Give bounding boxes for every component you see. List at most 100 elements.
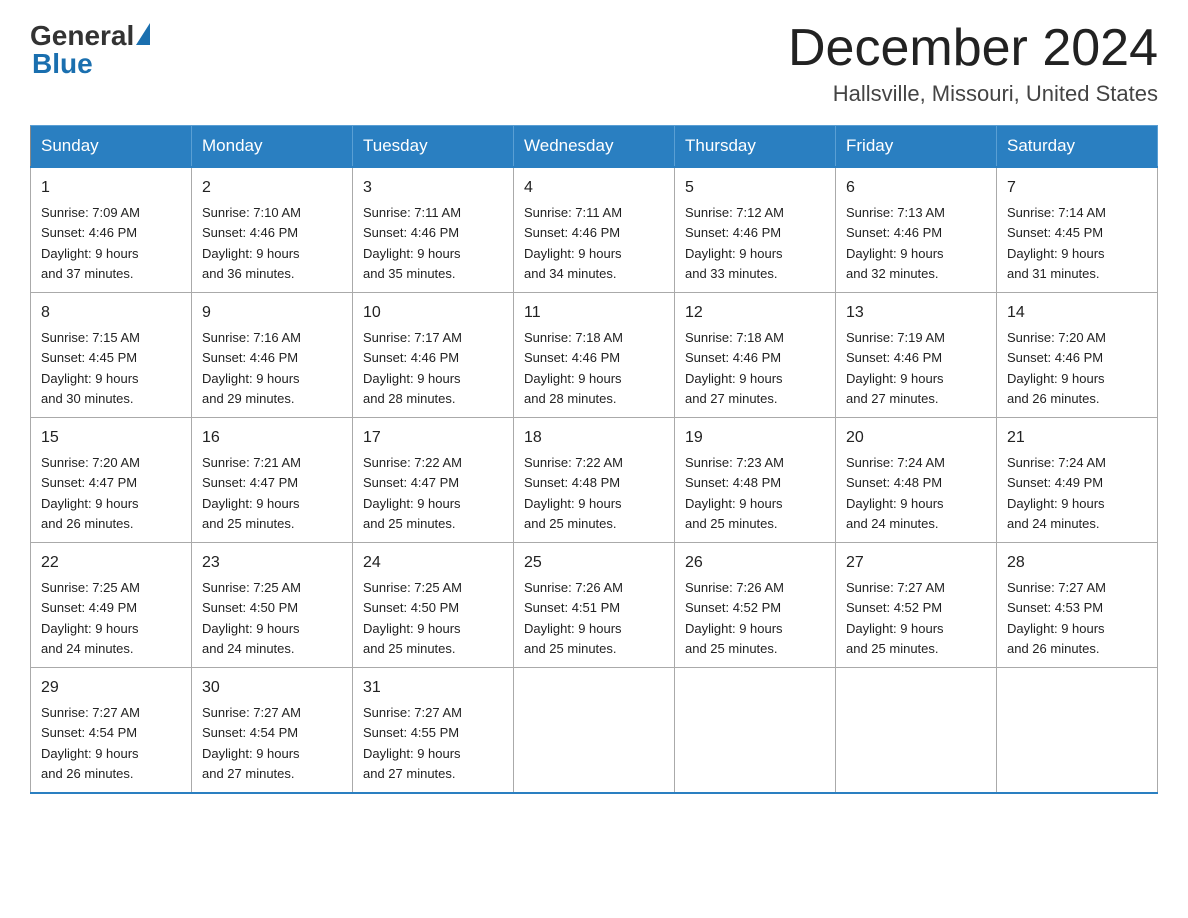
calendar-cell: 4 Sunrise: 7:11 AMSunset: 4:46 PMDayligh… [514, 167, 675, 293]
calendar-cell: 7 Sunrise: 7:14 AMSunset: 4:45 PMDayligh… [997, 167, 1158, 293]
day-info: Sunrise: 7:20 AMSunset: 4:47 PMDaylight:… [41, 455, 140, 531]
day-number: 1 [41, 176, 181, 200]
day-number: 2 [202, 176, 342, 200]
logo: General Blue [30, 20, 150, 80]
day-info: Sunrise: 7:26 AMSunset: 4:51 PMDaylight:… [524, 580, 623, 656]
logo-blue-text: Blue [32, 48, 93, 80]
day-number: 10 [363, 301, 503, 325]
day-info: Sunrise: 7:26 AMSunset: 4:52 PMDaylight:… [685, 580, 784, 656]
day-info: Sunrise: 7:24 AMSunset: 4:49 PMDaylight:… [1007, 455, 1106, 531]
day-info: Sunrise: 7:19 AMSunset: 4:46 PMDaylight:… [846, 330, 945, 406]
weekday-header-monday: Monday [192, 126, 353, 168]
page-title: December 2024 [788, 20, 1158, 77]
calendar-cell: 31 Sunrise: 7:27 AMSunset: 4:55 PMDaylig… [353, 668, 514, 794]
day-info: Sunrise: 7:17 AMSunset: 4:46 PMDaylight:… [363, 330, 462, 406]
calendar-cell [997, 668, 1158, 794]
day-info: Sunrise: 7:27 AMSunset: 4:55 PMDaylight:… [363, 705, 462, 781]
day-number: 9 [202, 301, 342, 325]
calendar-cell: 18 Sunrise: 7:22 AMSunset: 4:48 PMDaylig… [514, 418, 675, 543]
day-info: Sunrise: 7:25 AMSunset: 4:49 PMDaylight:… [41, 580, 140, 656]
day-number: 26 [685, 551, 825, 575]
day-info: Sunrise: 7:20 AMSunset: 4:46 PMDaylight:… [1007, 330, 1106, 406]
day-info: Sunrise: 7:09 AMSunset: 4:46 PMDaylight:… [41, 205, 140, 281]
calendar-cell: 3 Sunrise: 7:11 AMSunset: 4:46 PMDayligh… [353, 167, 514, 293]
calendar-cell: 1 Sunrise: 7:09 AMSunset: 4:46 PMDayligh… [31, 167, 192, 293]
calendar-cell: 29 Sunrise: 7:27 AMSunset: 4:54 PMDaylig… [31, 668, 192, 794]
calendar-cell: 10 Sunrise: 7:17 AMSunset: 4:46 PMDaylig… [353, 293, 514, 418]
day-info: Sunrise: 7:25 AMSunset: 4:50 PMDaylight:… [202, 580, 301, 656]
day-info: Sunrise: 7:10 AMSunset: 4:46 PMDaylight:… [202, 205, 301, 281]
calendar-cell: 5 Sunrise: 7:12 AMSunset: 4:46 PMDayligh… [675, 167, 836, 293]
calendar-week-row: 22 Sunrise: 7:25 AMSunset: 4:49 PMDaylig… [31, 543, 1158, 668]
header: General Blue December 2024 Hallsville, M… [30, 20, 1158, 107]
calendar-table: SundayMondayTuesdayWednesdayThursdayFrid… [30, 125, 1158, 794]
day-info: Sunrise: 7:25 AMSunset: 4:50 PMDaylight:… [363, 580, 462, 656]
day-info: Sunrise: 7:22 AMSunset: 4:48 PMDaylight:… [524, 455, 623, 531]
day-info: Sunrise: 7:11 AMSunset: 4:46 PMDaylight:… [524, 205, 622, 281]
calendar-week-row: 15 Sunrise: 7:20 AMSunset: 4:47 PMDaylig… [31, 418, 1158, 543]
day-number: 15 [41, 426, 181, 450]
title-area: December 2024 Hallsville, Missouri, Unit… [788, 20, 1158, 107]
weekday-header-sunday: Sunday [31, 126, 192, 168]
day-info: Sunrise: 7:24 AMSunset: 4:48 PMDaylight:… [846, 455, 945, 531]
day-number: 8 [41, 301, 181, 325]
calendar-cell [675, 668, 836, 794]
calendar-cell: 23 Sunrise: 7:25 AMSunset: 4:50 PMDaylig… [192, 543, 353, 668]
day-number: 31 [363, 676, 503, 700]
day-number: 5 [685, 176, 825, 200]
subtitle: Hallsville, Missouri, United States [788, 81, 1158, 107]
weekday-header-wednesday: Wednesday [514, 126, 675, 168]
calendar-week-row: 8 Sunrise: 7:15 AMSunset: 4:45 PMDayligh… [31, 293, 1158, 418]
day-number: 21 [1007, 426, 1147, 450]
day-number: 18 [524, 426, 664, 450]
day-info: Sunrise: 7:18 AMSunset: 4:46 PMDaylight:… [685, 330, 784, 406]
calendar-cell: 20 Sunrise: 7:24 AMSunset: 4:48 PMDaylig… [836, 418, 997, 543]
calendar-cell: 21 Sunrise: 7:24 AMSunset: 4:49 PMDaylig… [997, 418, 1158, 543]
day-number: 6 [846, 176, 986, 200]
day-number: 14 [1007, 301, 1147, 325]
calendar-cell: 19 Sunrise: 7:23 AMSunset: 4:48 PMDaylig… [675, 418, 836, 543]
day-number: 25 [524, 551, 664, 575]
day-number: 23 [202, 551, 342, 575]
day-number: 28 [1007, 551, 1147, 575]
calendar-cell: 14 Sunrise: 7:20 AMSunset: 4:46 PMDaylig… [997, 293, 1158, 418]
day-number: 22 [41, 551, 181, 575]
calendar-cell: 15 Sunrise: 7:20 AMSunset: 4:47 PMDaylig… [31, 418, 192, 543]
calendar-cell: 13 Sunrise: 7:19 AMSunset: 4:46 PMDaylig… [836, 293, 997, 418]
calendar-cell: 12 Sunrise: 7:18 AMSunset: 4:46 PMDaylig… [675, 293, 836, 418]
calendar-cell: 26 Sunrise: 7:26 AMSunset: 4:52 PMDaylig… [675, 543, 836, 668]
day-number: 17 [363, 426, 503, 450]
weekday-header-thursday: Thursday [675, 126, 836, 168]
day-number: 13 [846, 301, 986, 325]
calendar-cell: 11 Sunrise: 7:18 AMSunset: 4:46 PMDaylig… [514, 293, 675, 418]
calendar-cell: 25 Sunrise: 7:26 AMSunset: 4:51 PMDaylig… [514, 543, 675, 668]
day-number: 12 [685, 301, 825, 325]
day-number: 4 [524, 176, 664, 200]
calendar-week-row: 29 Sunrise: 7:27 AMSunset: 4:54 PMDaylig… [31, 668, 1158, 794]
weekday-header-saturday: Saturday [997, 126, 1158, 168]
day-number: 11 [524, 301, 664, 325]
calendar-cell: 24 Sunrise: 7:25 AMSunset: 4:50 PMDaylig… [353, 543, 514, 668]
calendar-cell [836, 668, 997, 794]
calendar-cell: 6 Sunrise: 7:13 AMSunset: 4:46 PMDayligh… [836, 167, 997, 293]
calendar-cell: 8 Sunrise: 7:15 AMSunset: 4:45 PMDayligh… [31, 293, 192, 418]
day-number: 16 [202, 426, 342, 450]
calendar-cell: 27 Sunrise: 7:27 AMSunset: 4:52 PMDaylig… [836, 543, 997, 668]
weekday-header-friday: Friday [836, 126, 997, 168]
day-info: Sunrise: 7:27 AMSunset: 4:54 PMDaylight:… [202, 705, 301, 781]
day-info: Sunrise: 7:23 AMSunset: 4:48 PMDaylight:… [685, 455, 784, 531]
day-number: 19 [685, 426, 825, 450]
day-info: Sunrise: 7:18 AMSunset: 4:46 PMDaylight:… [524, 330, 623, 406]
calendar-cell: 22 Sunrise: 7:25 AMSunset: 4:49 PMDaylig… [31, 543, 192, 668]
day-info: Sunrise: 7:14 AMSunset: 4:45 PMDaylight:… [1007, 205, 1106, 281]
day-number: 7 [1007, 176, 1147, 200]
calendar-cell: 17 Sunrise: 7:22 AMSunset: 4:47 PMDaylig… [353, 418, 514, 543]
day-info: Sunrise: 7:16 AMSunset: 4:46 PMDaylight:… [202, 330, 301, 406]
day-info: Sunrise: 7:21 AMSunset: 4:47 PMDaylight:… [202, 455, 301, 531]
calendar-week-row: 1 Sunrise: 7:09 AMSunset: 4:46 PMDayligh… [31, 167, 1158, 293]
day-number: 3 [363, 176, 503, 200]
day-info: Sunrise: 7:27 AMSunset: 4:52 PMDaylight:… [846, 580, 945, 656]
day-number: 24 [363, 551, 503, 575]
day-number: 27 [846, 551, 986, 575]
day-info: Sunrise: 7:22 AMSunset: 4:47 PMDaylight:… [363, 455, 462, 531]
